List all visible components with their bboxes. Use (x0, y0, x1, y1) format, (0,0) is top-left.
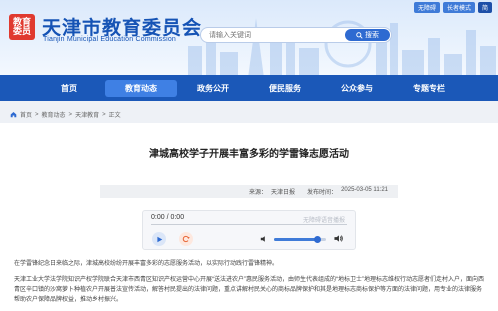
breadcrumb-separator: > (68, 111, 73, 118)
search-bar: 搜索 (200, 27, 392, 43)
volume-high-icon[interactable] (334, 234, 343, 243)
search-icon (356, 31, 363, 39)
site-header: 教育 委员 天津市教育委员会 Tianjin Municipal Educati… (0, 0, 498, 80)
site-logo[interactable]: 教育 委员 (9, 14, 35, 40)
playback-time: 0:00 / 0:00 (151, 214, 185, 221)
breadcrumb-home[interactable]: 首页 (20, 110, 32, 119)
article-title: 津城高校学子开展丰富多彩的学雷锋志愿活动 (149, 149, 349, 160)
audio-player: 0:00 / 0:00 无障碍语音播报 (142, 210, 356, 250)
nav-item-government-affairs[interactable]: 政务公开 (177, 80, 249, 97)
search-input[interactable] (209, 30, 339, 41)
date-label: 发布时间： (307, 190, 338, 196)
source-label: 来源： (249, 190, 268, 196)
player-brand: 无障碍语音播报 (302, 218, 345, 224)
breadcrumb-current: 正文 (108, 113, 121, 119)
accessibility-link[interactable]: 无障碍 (413, 2, 440, 13)
date-value: 2025-03-05 11:21 (341, 187, 388, 193)
play-icon (156, 236, 162, 242)
play-button[interactable] (152, 232, 166, 246)
simplified-chinese-link[interactable]: 简 (477, 2, 492, 13)
search-button[interactable]: 搜索 (345, 29, 390, 41)
nav-item-education-news[interactable]: 教育动态 (105, 79, 177, 97)
nav-item-public-participation[interactable]: 公众参与 (321, 80, 393, 97)
nav-item-home[interactable]: 首页 (33, 80, 105, 97)
progress-track[interactable] (151, 224, 347, 225)
breadcrumb-tianjin-education[interactable]: 天津教育 (75, 110, 99, 119)
volume-fill (274, 238, 317, 241)
breadcrumb-education-news[interactable]: 教育动态 (42, 110, 66, 119)
site-title-english: Tianjin Municipal Education Commission (43, 36, 177, 43)
volume-knob[interactable] (313, 236, 321, 243)
breadcrumb: 首页 > 教育动态 > 天津教育 > 正文 (10, 110, 121, 119)
elder-mode-link[interactable]: 长者模式 (442, 2, 475, 13)
nav-item-public-services[interactable]: 便民服务 (249, 80, 321, 97)
loop-button[interactable] (179, 232, 193, 246)
article-paragraph: 在学雷锋纪念日来临之际，津城高校纷纷开展丰富多彩的志愿服务活动，以实际行动践行雷… (14, 261, 279, 267)
source-value: 天津日报 (271, 190, 296, 196)
main-nav: 首页 教育动态 政务公开 便民服务 公众参与 专题专栏 (0, 75, 498, 101)
volume-slider[interactable] (274, 236, 326, 243)
home-icon (10, 112, 17, 118)
loop-icon (182, 235, 190, 243)
article-meta: 来源： 天津日报 发布时间： 2025-03-05 11:21 (100, 185, 398, 198)
breadcrumb-separator: > (102, 111, 106, 118)
article-paragraph: 天津工业大学法学院知识产权学院联合天津市西青区知识产权运营中心开展“送法进农户”… (14, 277, 484, 303)
city-skyline-illustration (188, 18, 496, 78)
volume-low-icon[interactable] (260, 235, 268, 243)
breadcrumb-separator: > (35, 111, 39, 118)
logo-text: 教育 委员 (12, 17, 31, 36)
article-container: 津城高校学子开展丰富多彩的学雷锋志愿活动 来源： 天津日报 发布时间： 2025… (0, 123, 498, 311)
top-utility-links: 无障碍 长者模式 简 (413, 2, 492, 13)
nav-item-special-topics[interactable]: 专题专栏 (393, 80, 465, 97)
search-button-label: 搜索 (365, 32, 379, 39)
